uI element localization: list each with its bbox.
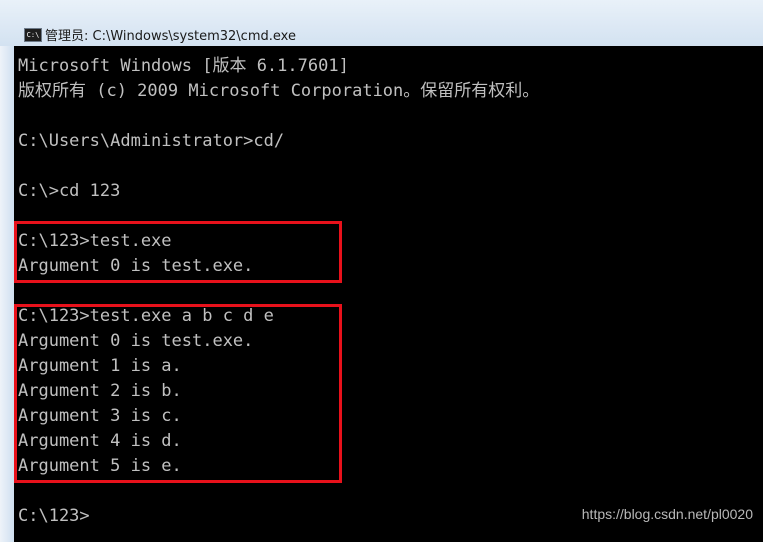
console-prompt: C:\123> [18,506,90,526]
console-output[interactable]: Microsoft Windows [版本 6.1.7601] 版权所有 (c)… [14,46,763,542]
window-frame-left [0,46,14,542]
window-title: 管理员: C:\Windows\system32\cmd.exe [45,29,296,44]
cmd-window: C:\ 管理员: C:\Windows\system32\cmd.exe Mic… [0,0,763,542]
watermark: https://blog.csdn.net/pl0020 [581,506,753,522]
console-line: Microsoft Windows [版本 6.1.7601] [18,56,349,76]
highlight-box-second-run [14,304,342,483]
title-bar[interactable]: C:\ 管理员: C:\Windows\system32\cmd.exe [0,0,763,47]
highlight-box-first-run [14,221,342,283]
console-line: C:\>cd 123 [18,181,121,201]
cmd-icon[interactable]: C:\ [24,28,42,42]
console-line: C:\Users\Administrator>cd/ [18,131,285,151]
console-line: 版权所有 (c) 2009 Microsoft Corporation。保留所有… [18,81,540,101]
